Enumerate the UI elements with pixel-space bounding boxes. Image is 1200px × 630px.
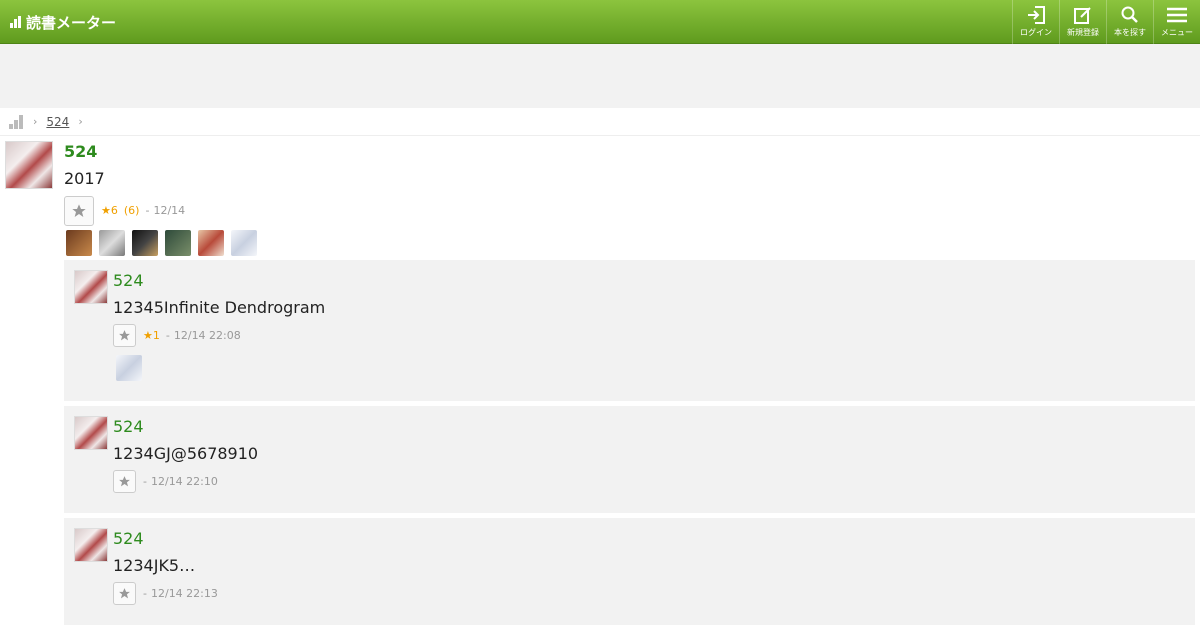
login-button[interactable]: ログイン (1012, 0, 1059, 44)
search-label: 本を探す (1114, 28, 1146, 37)
home-bars-icon[interactable] (9, 114, 24, 129)
like-score: ★6 (101, 204, 118, 217)
breadcrumb-link-user[interactable]: 524 (46, 115, 69, 129)
liker-avatar[interactable] (165, 230, 191, 256)
menu-icon (1167, 7, 1187, 23)
liker-avatar[interactable] (198, 230, 224, 256)
site-logo[interactable]: 読書メーター (10, 12, 116, 32)
logo-bars-icon (10, 16, 22, 28)
reply-item: 524 1234JK5… - 12/14 22:13 (64, 518, 1195, 625)
reply-date: 12/14 22:10 (150, 475, 218, 488)
reply-like-button[interactable] (113, 582, 136, 605)
chevron-right-icon: › (33, 115, 38, 128)
reply-meta: - 12/14 22:10 (143, 475, 218, 488)
reply-user-name[interactable]: 524 (113, 417, 144, 436)
like-count-link[interactable]: (6) (124, 204, 140, 217)
register-button[interactable]: 新規登録 (1059, 0, 1106, 44)
meta-separator: - (143, 475, 147, 488)
reply-user-name[interactable]: 524 (113, 271, 144, 290)
avatar[interactable] (5, 141, 53, 189)
reply-date: 12/14 22:08 (173, 329, 241, 342)
reply-user-name[interactable]: 524 (113, 529, 144, 548)
reply-like-button[interactable] (113, 324, 136, 347)
app-header: 読書メーター ログイン 新規登録 本を探す メニュー (0, 0, 1200, 44)
reply-meta: ★1 - 12/14 22:08 (143, 329, 241, 342)
register-label: 新規登録 (1067, 28, 1099, 37)
reply-item: 524 12345Infinite Dendrogram ★1 - 12/14 … (64, 260, 1195, 401)
liker-avatar[interactable] (116, 355, 142, 381)
breadcrumb: › 524 › (0, 108, 1200, 136)
search-icon (1121, 6, 1138, 23)
reply-text: 12345Infinite Dendrogram (113, 298, 326, 317)
reply-text: 1234JK5… (113, 556, 196, 575)
reply-text: 1234GJ@5678910 (113, 444, 259, 463)
menu-label: メニュー (1161, 28, 1193, 37)
like-button[interactable] (64, 196, 94, 226)
star-icon (119, 588, 130, 599)
header-nav: ログイン 新規登録 本を探す メニュー (1012, 0, 1200, 44)
meta-separator: - (165, 329, 170, 342)
reply-like-button[interactable] (113, 470, 136, 493)
chevron-right-icon: › (78, 115, 83, 128)
reply-avatar[interactable] (74, 416, 108, 450)
liker-avatar[interactable] (231, 230, 257, 256)
reply-item: 524 1234GJ@5678910 - 12/14 22:10 (64, 406, 1195, 513)
menu-button[interactable]: メニュー (1153, 0, 1200, 44)
liker-thumbnails (66, 230, 264, 256)
login-icon (1028, 6, 1045, 24)
post-user-name[interactable]: 524 (64, 142, 97, 161)
meta-separator: - (143, 587, 147, 600)
ad-area (0, 44, 1200, 108)
register-icon (1074, 7, 1091, 24)
reply-date: 12/14 22:13 (150, 587, 218, 600)
liker-avatar[interactable] (99, 230, 125, 256)
reply-meta: - 12/14 22:13 (143, 587, 218, 600)
liker-avatar[interactable] (66, 230, 92, 256)
post-meta: ★6 (6) - 12/14 (101, 204, 185, 217)
liker-avatar[interactable] (132, 230, 158, 256)
login-label: ログイン (1020, 28, 1052, 37)
star-icon (119, 330, 130, 341)
search-books-button[interactable]: 本を探す (1106, 0, 1153, 44)
star-icon (119, 476, 130, 487)
star-icon (72, 204, 86, 217)
post-text: 2017 (64, 169, 105, 188)
reply-like-score: ★1 (143, 329, 160, 342)
logo-text: 読書メーター (26, 13, 117, 32)
reply-avatar[interactable] (74, 528, 108, 562)
post-date: 12/14 (153, 204, 186, 217)
reply-avatar[interactable] (74, 270, 108, 304)
meta-separator: - (145, 204, 150, 217)
